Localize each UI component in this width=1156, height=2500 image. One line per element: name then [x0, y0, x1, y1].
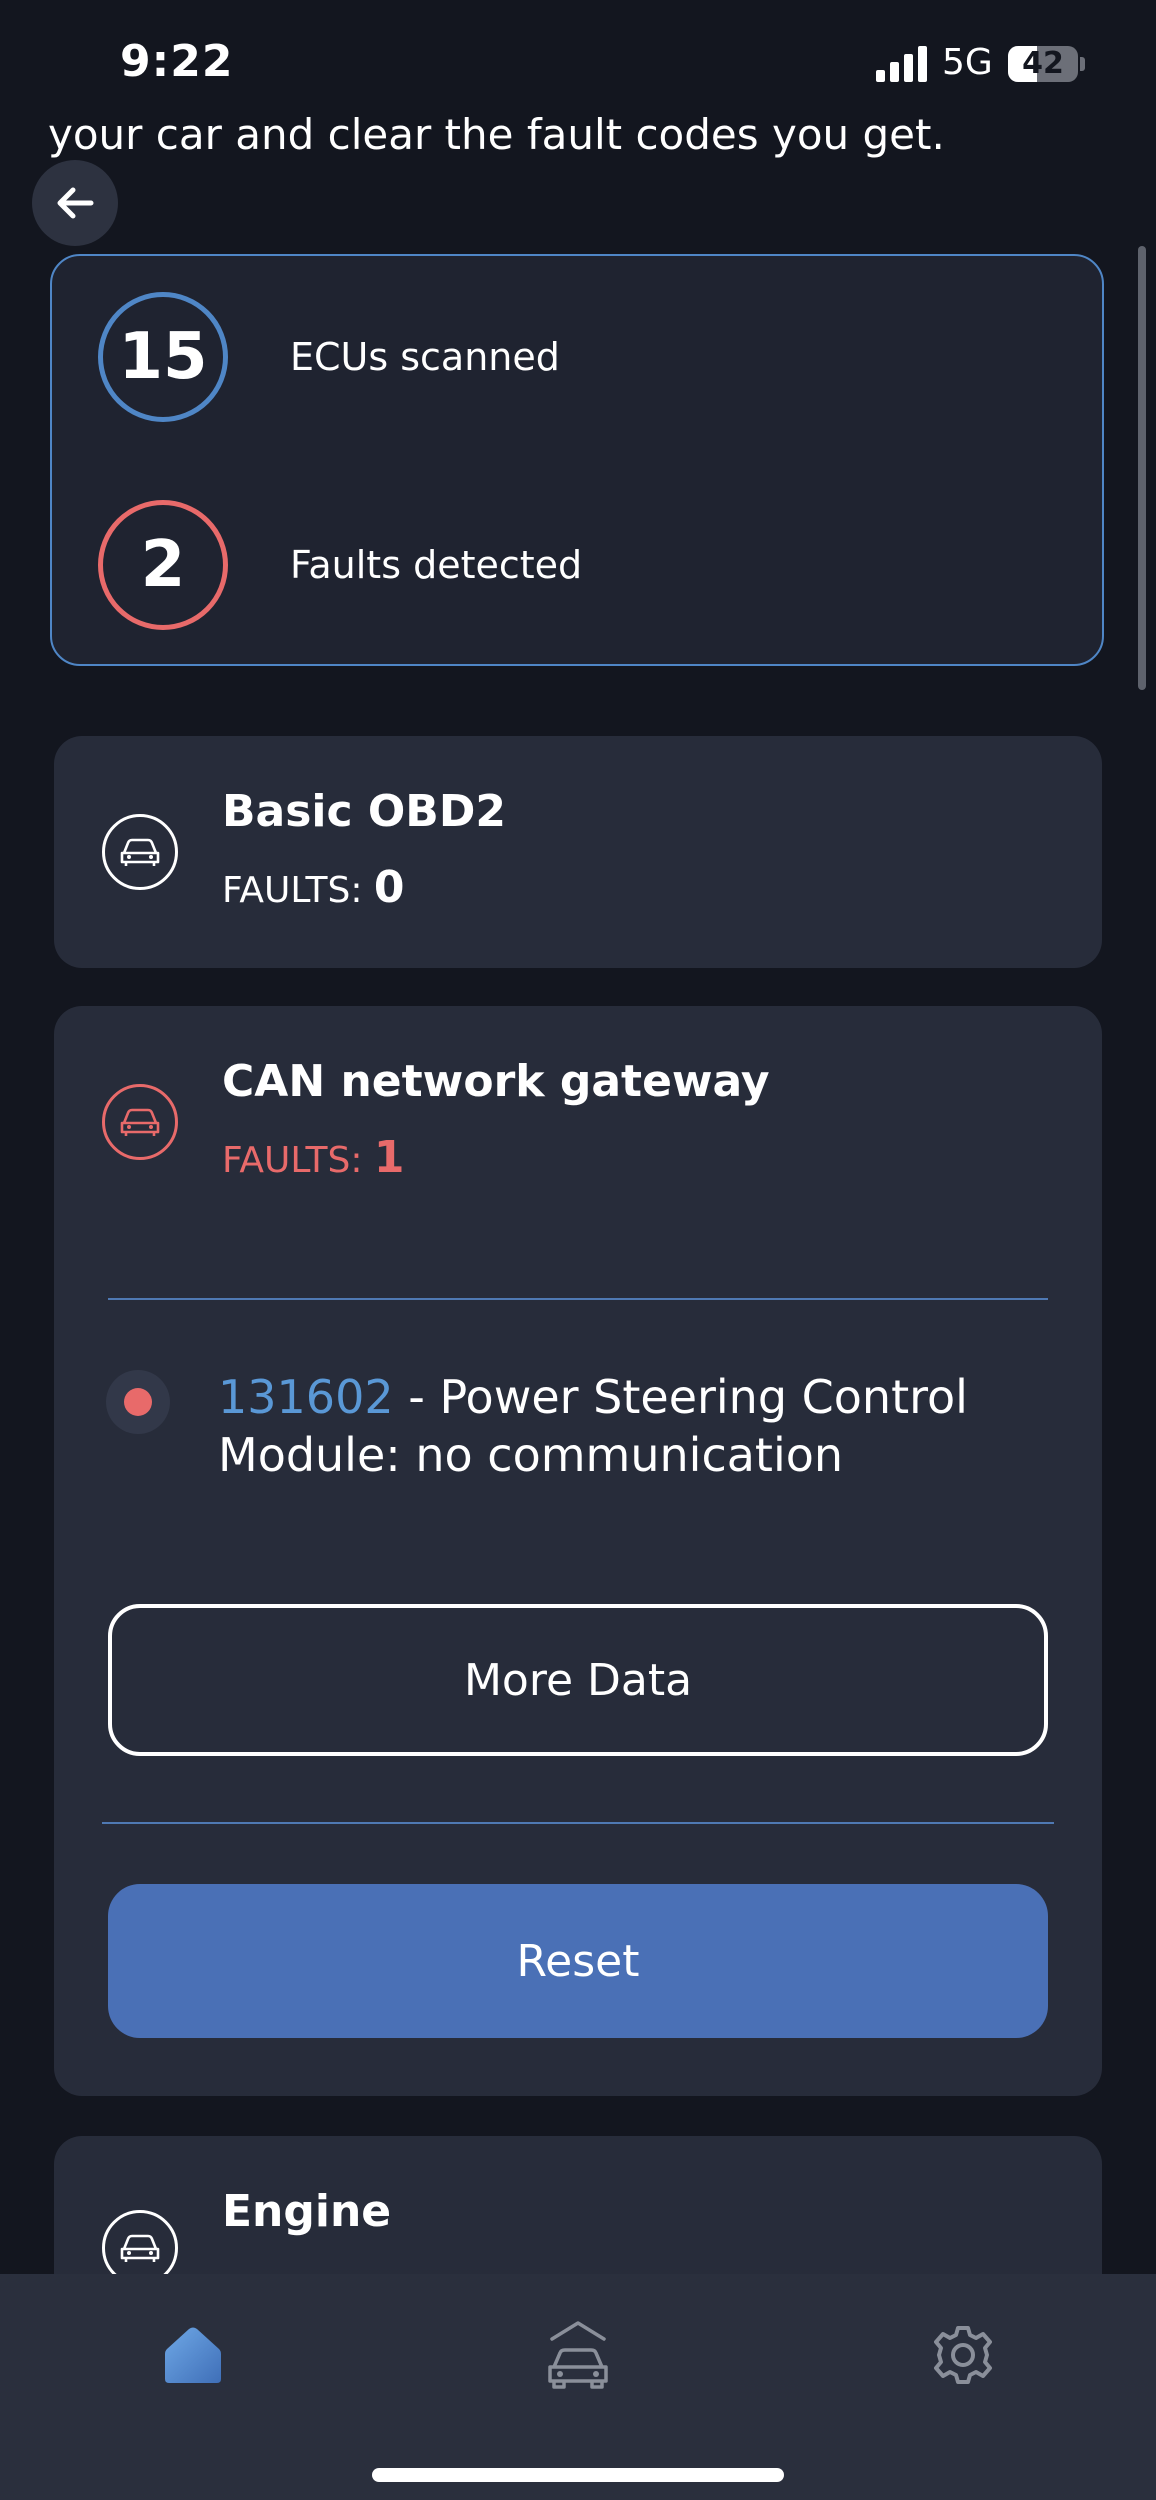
faults-detected-row: 2 Faults detected — [98, 500, 582, 630]
divider — [108, 1298, 1048, 1300]
faults-label: Faults detected — [290, 543, 583, 587]
back-button[interactable] — [32, 160, 118, 246]
battery-level: 42 — [1022, 46, 1064, 81]
battery-nub — [1080, 57, 1085, 71]
arrow-left-icon — [57, 187, 94, 219]
faults-count: 0 — [373, 862, 405, 913]
nav-home[interactable] — [148, 2310, 238, 2400]
bottom-nav — [0, 2274, 1156, 2500]
scan-summary-card: 15 ECUs scanned 2 Faults detected — [50, 254, 1104, 666]
gear-icon — [934, 2326, 992, 2384]
more-data-button[interactable]: More Data — [108, 1604, 1048, 1756]
ecu-faults: FAULTS: 1 — [222, 1132, 405, 1183]
ecus-label: ECUs scanned — [290, 335, 560, 379]
status-time: 9:22 — [120, 36, 234, 87]
ecu-card-can-gateway: CAN network gateway FAULTS: 1 131602 - P… — [54, 1006, 1102, 2096]
fault-dot — [124, 1388, 152, 1416]
faults-label: FAULTS: — [222, 1140, 363, 1181]
network-type: 5G — [942, 42, 993, 83]
reset-button[interactable]: Reset — [108, 1884, 1048, 2038]
faults-label: FAULTS: — [222, 870, 363, 911]
ecu-faults: FAULTS: 0 — [222, 862, 405, 913]
car-icon — [102, 814, 178, 890]
faults-count: 2 — [98, 500, 228, 630]
intro-text: your car and clear the fault codes you g… — [48, 110, 945, 159]
divider — [102, 1822, 1054, 1824]
car-icon — [548, 2321, 608, 2389]
signal-icon — [876, 46, 928, 82]
faults-count: 1 — [373, 1132, 405, 1183]
home-indicator[interactable] — [372, 2468, 784, 2482]
battery-icon: 42 — [1008, 46, 1078, 82]
ecus-scanned-row: 15 ECUs scanned — [98, 292, 560, 422]
fault-code: 131602 — [218, 1370, 394, 1424]
home-icon — [165, 2327, 221, 2383]
ecu-title: Engine — [222, 2186, 392, 2237]
nav-settings[interactable] — [918, 2310, 1008, 2400]
ecu-title: Basic OBD2 — [222, 786, 506, 837]
fault-item: 131602 - Power Steering Control Module: … — [218, 1368, 1058, 1484]
nav-vehicle[interactable] — [533, 2310, 623, 2400]
ecu-card-basic-obd2[interactable]: Basic OBD2 FAULTS: 0 — [54, 736, 1102, 968]
ecus-count: 15 — [98, 292, 228, 422]
car-icon — [102, 1084, 178, 1160]
ecu-title: CAN network gateway — [222, 1056, 770, 1107]
scrollbar[interactable] — [1138, 246, 1146, 690]
